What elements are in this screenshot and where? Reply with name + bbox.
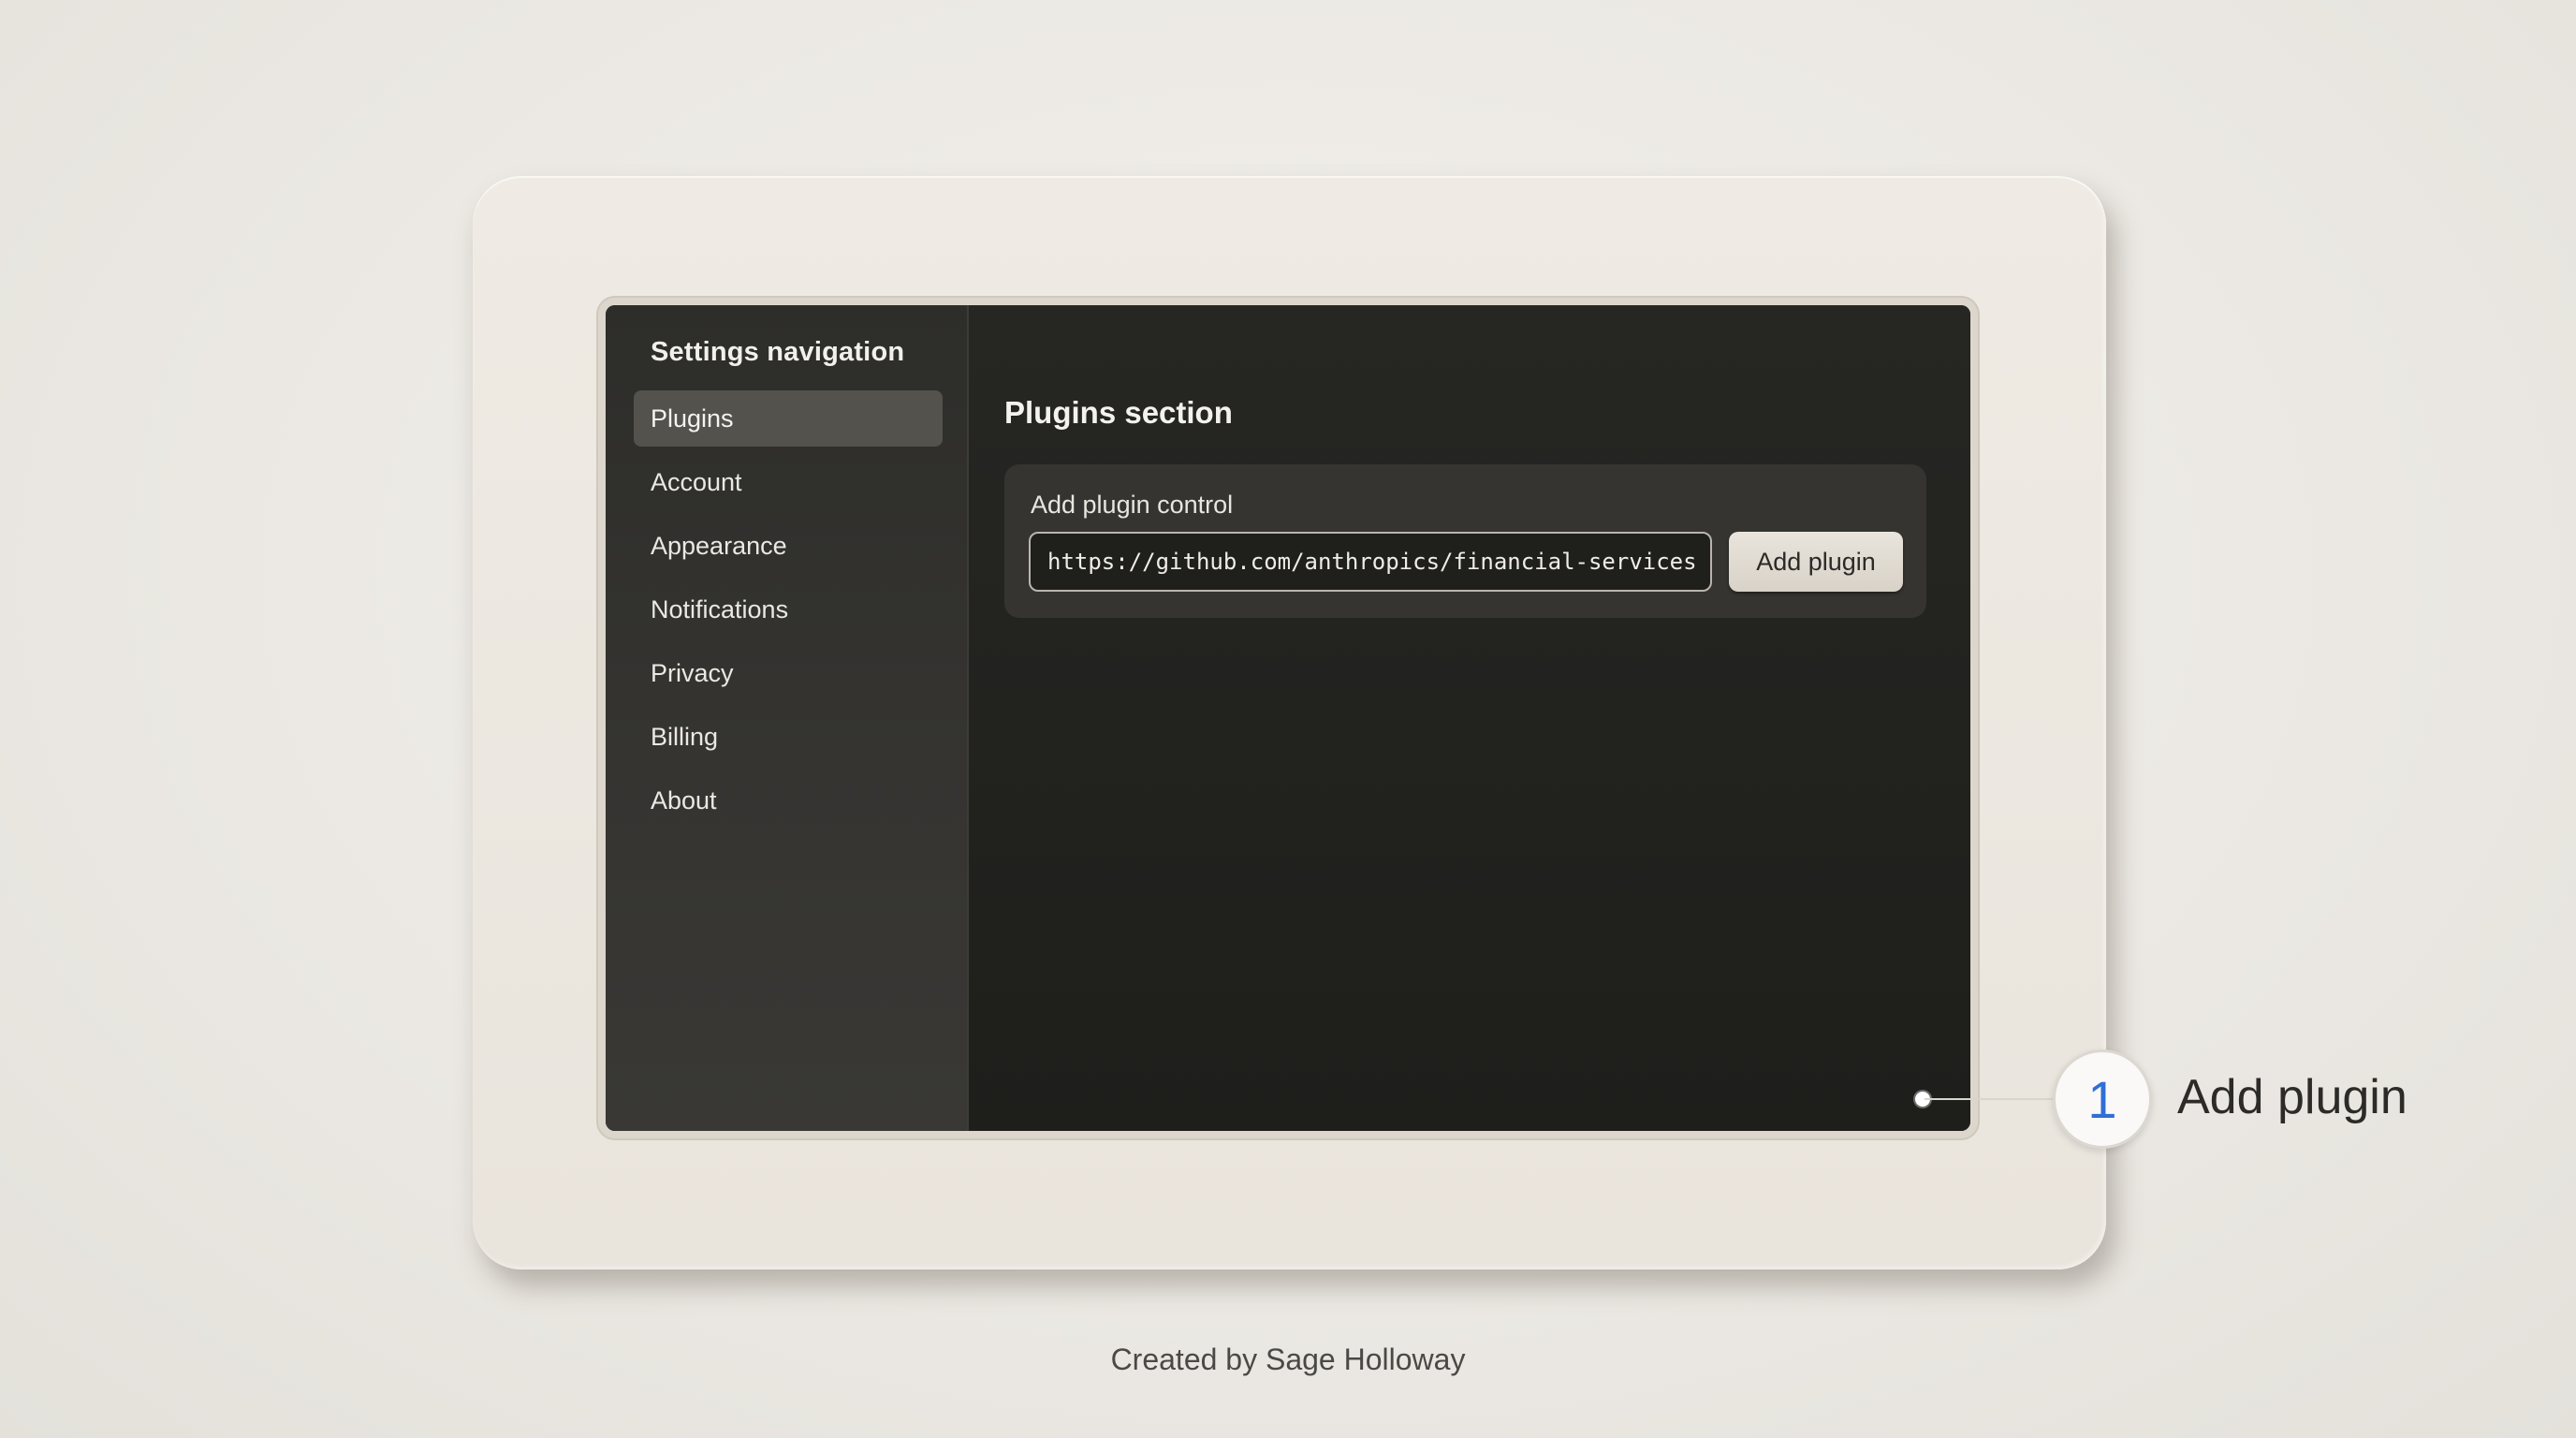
credit-text: Created by Sage Holloway	[1110, 1343, 1466, 1376]
sidebar-item-account[interactable]: Account	[634, 454, 943, 510]
sidebar-item-privacy[interactable]: Privacy	[634, 645, 943, 701]
sidebar-title: Settings navigation	[651, 337, 905, 367]
main-content: Plugins section Add plugin control https…	[969, 305, 1970, 1131]
settings-sidebar: Settings navigation Plugins Account Appe…	[606, 305, 969, 1131]
sidebar-item-plugins[interactable]: Plugins	[634, 390, 943, 447]
plugin-url-input[interactable]: https://github.com/anthropics/financial-…	[1029, 532, 1712, 592]
callout-label: Add plugin	[2177, 1070, 2408, 1124]
sidebar-item-billing[interactable]: Billing	[634, 709, 943, 765]
sidebar-item-appearance[interactable]: Appearance	[634, 518, 943, 574]
sidebar-item-notifications[interactable]: Notifications	[634, 581, 943, 638]
page-title: Plugins section	[1004, 395, 1233, 430]
callout-number-badge: 1	[2053, 1049, 2152, 1149]
sidebar-item-about[interactable]: About	[634, 772, 943, 829]
settings-screen: Settings navigation Plugins Account Appe…	[606, 305, 1970, 1131]
add-plugin-card: Add plugin control https://github.com/an…	[1004, 464, 1926, 618]
nav-list: Plugins Account Appearance Notifications…	[606, 390, 967, 829]
add-plugin-button[interactable]: Add plugin	[1729, 532, 1903, 592]
plugin-url-value: https://github.com/anthropics/financial-…	[1047, 549, 1697, 575]
callout-connector-line	[1925, 1098, 2056, 1100]
control-label: Add plugin control	[1031, 491, 1234, 519]
